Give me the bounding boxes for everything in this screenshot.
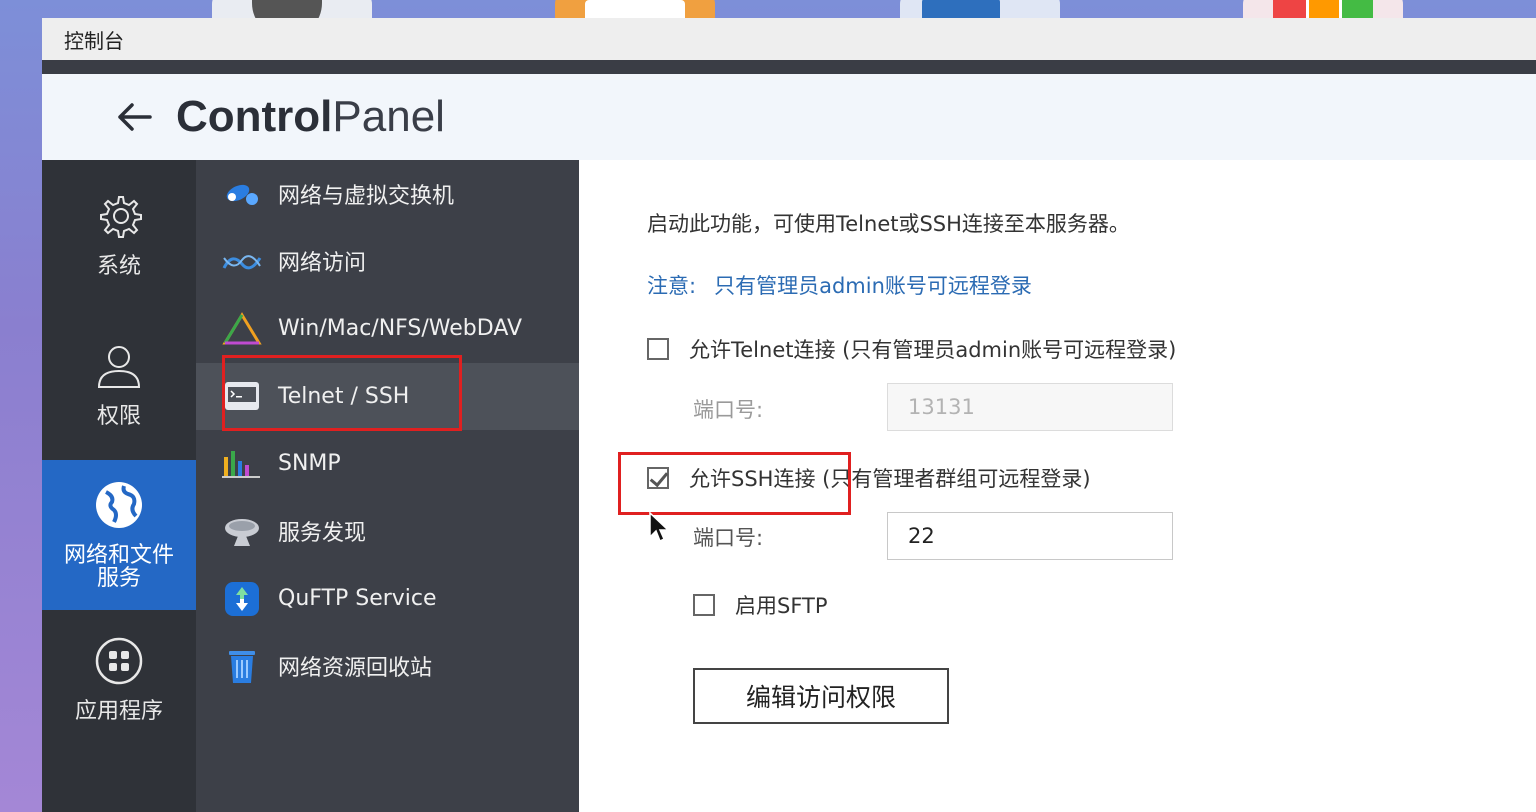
window-title: 控制台 [64,28,124,53]
nav-label: 应用程序 [74,699,163,725]
telnet-port-label: 端口号: [693,398,764,422]
sub-nav-label: 网络与虚拟交换机 [278,183,455,209]
network-access-icon [222,243,262,279]
sub-nav-item-network-switch[interactable]: 网络与虚拟交换机 [196,160,579,228]
sub-nav-item-telnet-ssh[interactable]: Telnet / SSH [196,362,579,430]
sub-nav-label: QuFTP Service [278,586,437,612]
page-title: ControlPanel [176,92,445,141]
arrow-left-icon [118,103,152,131]
sub-nav-item-file-sharing[interactable]: Win/Mac/NFS/WebDAV [196,295,579,363]
nav-item-permissions[interactable]: 权限 [42,310,196,460]
ssh-checkbox[interactable] [647,467,669,489]
ssh-option-label: 允许SSH连接 (只有管理者群组可远程登录) [689,467,1091,491]
ssh-port-label: 端口号: [693,526,764,550]
sftp-checkbox-option[interactable]: 启用SFTP [693,590,828,620]
satellite-dish-icon [222,513,262,549]
sub-nav-label: 网络访问 [278,251,367,277]
window-title-bar[interactable]: 控制台 [42,18,1536,60]
snmp-chart-icon [222,446,262,482]
edit-access-permission-button[interactable]: 编辑访问权限 [693,668,949,724]
apps-grid-icon [95,638,143,685]
main-category-nav: 系统 权限 网络和文件 服务 应用程序 [42,160,196,812]
sub-category-nav: 网络与虚拟交换机 网络访问 Win/Mac/NFS/WebDAV Telnet … [196,160,579,812]
note-text: 只有管理员admin账号可远程登录 [714,274,1032,298]
ftp-icon [222,581,262,617]
telnet-checkbox-option[interactable]: 允许Telnet连接 (只有管理员admin账号可远程登录) [647,334,1176,364]
telnet-port-input[interactable] [887,383,1173,431]
sub-nav-label: 网络资源回收站 [278,656,433,682]
terminal-icon [222,378,262,414]
note-label: 注意: [647,274,697,298]
sub-nav-item-quftp[interactable]: QuFTP Service [196,565,579,633]
page-header: ControlPanel [42,74,1536,160]
ssh-checkbox-option[interactable]: 允许SSH连接 (只有管理者群组可远程登录) [647,463,1091,493]
nav-item-system[interactable]: 系统 [42,160,196,310]
file-sharing-icon [222,311,262,347]
sub-nav-item-snmp[interactable]: SNMP [196,430,579,498]
back-button[interactable] [114,97,154,137]
user-icon [97,346,141,389]
telnet-option-label: 允许Telnet连接 (只有管理员admin账号可远程登录) [689,338,1177,362]
network-switch-icon [222,176,262,212]
sftp-option-label: 启用SFTP [735,594,828,618]
sub-nav-label: SNMP [278,451,341,477]
title-divider [42,60,1536,74]
feature-description: 启动此功能，可使用Telnet或SSH连接至本服务器。 [647,212,1130,236]
nav-label: 网络和文件 服务 [63,542,174,591]
ssh-port-input[interactable] [887,512,1173,560]
telnet-checkbox[interactable] [647,338,669,360]
sub-nav-label: 服务发现 [278,521,367,547]
gear-icon [100,196,142,239]
sftp-checkbox[interactable] [693,594,715,616]
nav-label: 系统 [96,254,141,280]
sub-nav-label: Win/Mac/NFS/WebDAV [278,316,523,342]
sub-nav-label: Telnet / SSH [278,383,410,409]
telnet-ssh-settings-panel: 启动此功能，可使用Telnet或SSH连接至本服务器。 注意: 只有管理员admi… [579,160,1536,812]
arrow-cursor-icon [649,511,670,543]
control-panel-window: 控制台 ControlPanel 系统 权限 网络和文件 服务 应用程序 网络与… [42,18,1536,812]
sub-nav-item-recycle-bin[interactable]: 网络资源回收站 [196,633,579,701]
nav-label: 权限 [96,404,141,430]
globe-icon [96,481,142,528]
recycle-bin-icon [222,648,262,684]
nav-item-network-file-services[interactable]: 网络和文件 服务 [42,460,196,610]
nav-item-applications[interactable]: 应用程序 [42,610,196,750]
admin-note: 注意: 只有管理员admin账号可远程登录 [647,270,1032,300]
sub-nav-item-service-discovery[interactable]: 服务发现 [196,498,579,566]
sub-nav-item-network-access[interactable]: 网络访问 [196,228,579,296]
